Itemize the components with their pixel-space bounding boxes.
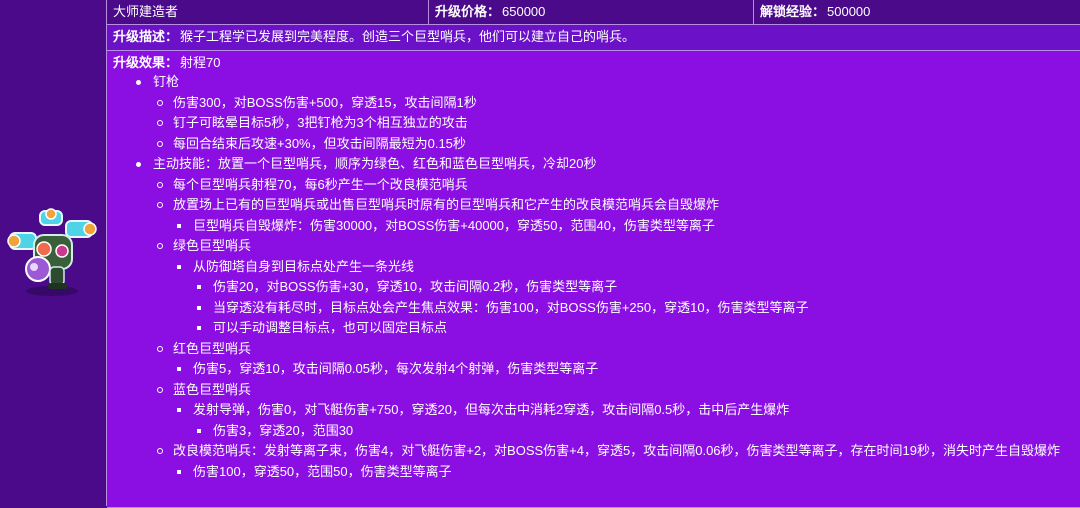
list-item-text: 发射导弹，伤害0，对飞艇伤害+750，穿透20，但每次击中消耗2穿透，攻击间隔0… xyxy=(193,402,790,417)
list-item-text: 红色巨型哨兵 xyxy=(173,340,252,356)
sub-list: 伤害20，对BOSS伤害+30，穿透10，攻击间隔0.2秒，伤害类型等离子 当穿… xyxy=(193,277,1074,339)
list-item: 主动技能：放置一个巨型哨兵，顺序为绿色、红色和蓝色巨型哨兵，冷却20秒 每个巨型… xyxy=(113,154,1074,482)
list-item: 每个巨型哨兵射程70，每6秒产生一个改良模范哨兵 xyxy=(153,175,1074,196)
list-item: 绿色巨型哨兵 从防御塔自身到目标点处产生一条光线 伤害20，对BOSS伤害+30… xyxy=(153,236,1074,339)
list-item-text: 放置场上已有的巨型哨兵或出售巨型哨兵时原有的巨型哨兵和它产生的改良模范哨兵会自毁… xyxy=(173,197,720,212)
price-label: 升级价格： xyxy=(435,4,501,19)
description-row: 升级描述： 猴子工程学已发展到完美程度。创造三个巨型哨兵，他们可以建立自己的哨兵。 xyxy=(107,25,1080,51)
price-value: 650000 xyxy=(502,4,546,19)
list-item-text: 每回合结束后攻速+30%，但攻击间隔最短为0.15秒 xyxy=(173,135,466,151)
list-item: 伤害5，穿透10，攻击间隔0.05秒，每次发射4个射弹，伤害类型等离子 xyxy=(173,359,1074,380)
list-item: 当穿透没有耗尽时，目标点处会产生焦点效果：伤害100，对BOSS伤害+250，穿… xyxy=(193,298,1074,319)
list-item: 伤害300，对BOSS伤害+500，穿透15，攻击间隔1秒 xyxy=(153,93,1074,114)
description-cell: 升级描述： 猴子工程学已发展到完美程度。创造三个巨型哨兵，他们可以建立自己的哨兵。 xyxy=(107,25,1080,50)
sub-list: 每个巨型哨兵射程70，每6秒产生一个改良模范哨兵 放置场上已有的巨型哨兵或出售巨… xyxy=(153,175,1074,483)
unlock-xp: 解锁经验： 500000 xyxy=(754,0,1080,24)
list-item-text: 伤害3，穿透20，范围30 xyxy=(213,422,354,438)
sub-list: 从防御塔自身到目标点处产生一条光线 伤害20，对BOSS伤害+30，穿透10，攻… xyxy=(173,257,1074,339)
unlock-value: 500000 xyxy=(827,4,871,19)
list-item-text: 绿色巨型哨兵 xyxy=(173,238,252,253)
list-item-text: 钉枪 xyxy=(153,74,180,89)
avatar-column xyxy=(0,0,107,506)
effect-cell: 升级效果： 射程70 钉枪 伤害300，对BOSS伤害+500，穿透15，攻击间隔… xyxy=(107,51,1080,507)
description-label: 升级描述： xyxy=(113,29,179,44)
sub-list: 发射导弹，伤害0，对飞艇伤害+750，穿透20，但每次击中消耗2穿透，攻击间隔0… xyxy=(173,400,1074,441)
list-item: 钉枪 伤害300，对BOSS伤害+500，穿透15，攻击间隔1秒 钉子可眩晕目标… xyxy=(113,72,1074,154)
list-item-text: 蓝色巨型哨兵 xyxy=(173,381,252,397)
upgrade-table: 大师建造者 升级价格： 650000 解锁经验： 500000 升级描述： 猴子工程学… xyxy=(107,0,1080,508)
list-item: 放置场上已有的巨型哨兵或出售巨型哨兵时原有的巨型哨兵和它产生的改良模范哨兵会自毁… xyxy=(153,195,1074,236)
list-item-text: 每个巨型哨兵射程70，每6秒产生一个改良模范哨兵 xyxy=(173,176,468,192)
master-builder-sentry-icon xyxy=(7,208,97,296)
list-item: 伤害100，穿透50，范围50，伤害类型等离子 xyxy=(173,462,1074,483)
list-item-text: 可以手动调整目标点，也可以固定目标点 xyxy=(213,320,448,335)
effect-list: 钉枪 伤害300，对BOSS伤害+500，穿透15，攻击间隔1秒 钉子可眩晕目标… xyxy=(113,72,1074,482)
list-item: 发射导弹，伤害0，对飞艇伤害+750，穿透20，但每次击中消耗2穿透，攻击间隔0… xyxy=(173,400,1074,441)
list-item-text: 钉子可眩晕目标5秒，3把钉枪为3个相互独立的攻击 xyxy=(173,115,468,130)
list-item-text: 主动技能：放置一个巨型哨兵，顺序为绿色、红色和蓝色巨型哨兵，冷却20秒 xyxy=(153,156,597,171)
sub-list: 伤害300，对BOSS伤害+500，穿透15，攻击间隔1秒 钉子可眩晕目标5秒，… xyxy=(153,93,1074,155)
sub-list: 伤害3，穿透20，范围30 xyxy=(193,421,1074,442)
sub-list: 巨型哨兵自毁爆炸：伤害30000，对BOSS伤害+40000，穿透50，范围40… xyxy=(173,216,1074,237)
effect-text: 射程70 xyxy=(180,55,221,70)
header-row: 大师建造者 升级价格： 650000 解锁经验： 500000 xyxy=(107,0,1080,25)
list-item: 伤害3，穿透20，范围30 xyxy=(193,421,1074,442)
effect-title: 升级效果： 射程70 xyxy=(113,54,1074,72)
sub-list: 伤害100，穿透50，范围50，伤害类型等离子 xyxy=(173,462,1074,483)
list-item: 可以手动调整目标点，也可以固定目标点 xyxy=(193,318,1074,339)
list-item-text: 伤害20，对BOSS伤害+30，穿透10，攻击间隔0.2秒，伤害类型等离子 xyxy=(213,279,618,294)
unlock-label: 解锁经验： xyxy=(760,4,826,19)
list-item: 钉子可眩晕目标5秒，3把钉枪为3个相互独立的攻击 xyxy=(153,113,1074,134)
upgrade-price: 升级价格： 650000 xyxy=(429,0,754,24)
list-item: 巨型哨兵自毁爆炸：伤害30000，对BOSS伤害+40000，穿透50，范围40… xyxy=(173,216,1074,237)
list-item: 伤害20，对BOSS伤害+30，穿透10，攻击间隔0.2秒，伤害类型等离子 xyxy=(193,277,1074,298)
list-item-text: 巨型哨兵自毁爆炸：伤害30000，对BOSS伤害+40000，穿透50，范围40… xyxy=(193,217,715,233)
list-item-text: 伤害100，穿透50，范围50，伤害类型等离子 xyxy=(193,463,452,479)
effect-row: 升级效果： 射程70 钉枪 伤害300，对BOSS伤害+500，穿透15，攻击间隔… xyxy=(107,51,1080,508)
list-item: 每回合结束后攻速+30%，但攻击间隔最短为0.15秒 xyxy=(153,134,1074,155)
upgrade-panel: 大师建造者 升级价格： 650000 解锁经验： 500000 升级描述： 猴子工程学… xyxy=(0,0,1080,508)
upgrade-name: 大师建造者 xyxy=(107,0,429,24)
sub-list: 伤害5，穿透10，攻击间隔0.05秒，每次发射4个射弹，伤害类型等离子 xyxy=(173,359,1074,380)
list-item-text: 伤害300，对BOSS伤害+500，穿透15，攻击间隔1秒 xyxy=(173,94,477,110)
list-item-text: 改良模范哨兵：发射等离子束，伤害4，对飞艇伤害+2，对BOSS伤害+4，穿透5，… xyxy=(173,443,1060,458)
list-item: 改良模范哨兵：发射等离子束，伤害4，对飞艇伤害+2，对BOSS伤害+4，穿透5，… xyxy=(153,441,1074,482)
list-item-text: 伤害5，穿透10，攻击间隔0.05秒，每次发射4个射弹，伤害类型等离子 xyxy=(193,361,599,376)
list-item-text: 当穿透没有耗尽时，目标点处会产生焦点效果：伤害100，对BOSS伤害+250，穿… xyxy=(213,299,809,315)
list-item: 红色巨型哨兵 伤害5，穿透10，攻击间隔0.05秒，每次发射4个射弹，伤害类型等… xyxy=(153,339,1074,380)
list-item-text: 从防御塔自身到目标点处产生一条光线 xyxy=(193,258,415,274)
effect-label: 升级效果： xyxy=(113,55,179,70)
description-text: 猴子工程学已发展到完美程度。创造三个巨型哨兵，他们可以建立自己的哨兵。 xyxy=(180,29,636,44)
list-item: 从防御塔自身到目标点处产生一条光线 伤害20，对BOSS伤害+30，穿透10，攻… xyxy=(173,257,1074,339)
list-item: 蓝色巨型哨兵 发射导弹，伤害0，对飞艇伤害+750，穿透20，但每次击中消耗2穿… xyxy=(153,380,1074,442)
